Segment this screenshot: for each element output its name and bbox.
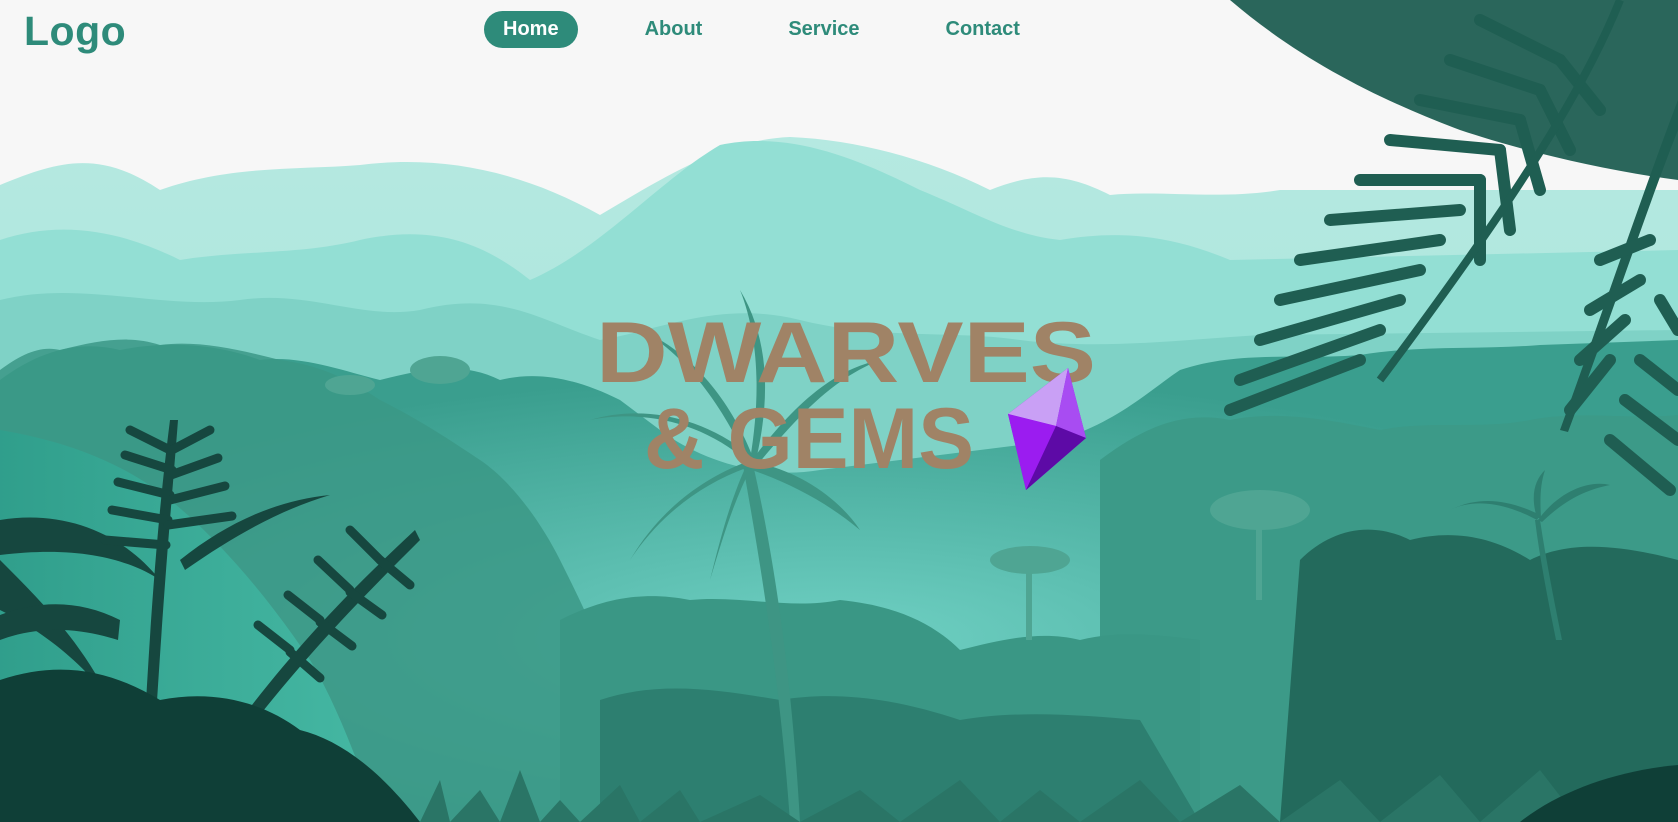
nav-about[interactable]: About	[626, 11, 722, 48]
hero-title-line1: DWARVES	[596, 305, 1096, 401]
site-logo[interactable]: Logo	[24, 8, 126, 55]
nav-home[interactable]: Home	[484, 11, 578, 48]
main-nav: Home About Service Contact	[484, 11, 1039, 48]
nav-service[interactable]: Service	[769, 11, 878, 48]
nav-contact[interactable]: Contact	[927, 11, 1039, 48]
top-navigation-bar: Logo Home About Service Contact	[0, 0, 1678, 70]
hero-title-line2: & GEMS	[644, 391, 974, 487]
hero-title: DWARVES & GEMS	[596, 305, 1096, 490]
landing-page: Logo Home About Service Contact DWARVES …	[0, 0, 1678, 822]
